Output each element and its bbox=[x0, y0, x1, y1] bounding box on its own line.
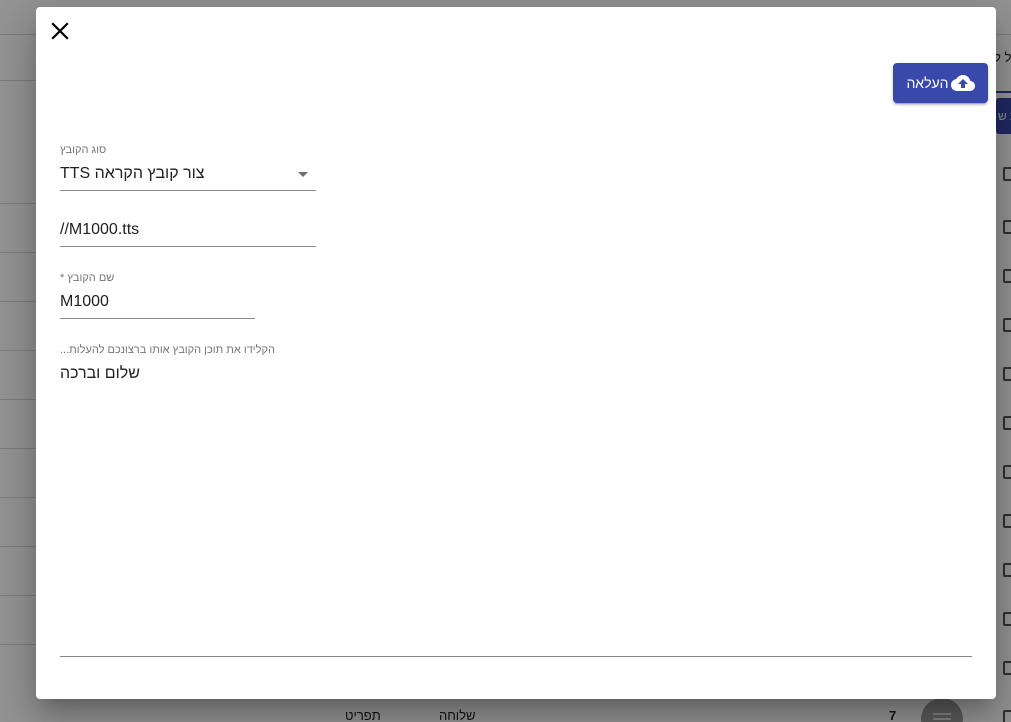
file-path-field[interactable]: //M1000.tts bbox=[60, 213, 316, 247]
file-type-select[interactable]: סוג הקובץ צור קובץ הקראה TTS bbox=[60, 141, 316, 191]
close-icon bbox=[51, 22, 69, 40]
upload-button[interactable]: העלאה bbox=[893, 63, 988, 103]
file-content-value: שלום וברכה bbox=[60, 365, 140, 382]
dropdown-arrow-icon bbox=[298, 172, 308, 177]
file-name-label: שם הקובץ * bbox=[60, 272, 115, 284]
file-type-value: צור קובץ הקראה TTS bbox=[60, 165, 205, 182]
close-button[interactable] bbox=[48, 19, 72, 43]
file-type-underline bbox=[60, 190, 316, 191]
upload-button-label: העלאה bbox=[906, 75, 949, 91]
file-type-label: סוג הקובץ bbox=[60, 144, 107, 156]
file-name-value: M1000 bbox=[60, 293, 109, 310]
file-content-underline bbox=[60, 656, 972, 657]
file-path-underline bbox=[60, 246, 316, 247]
cloud-upload-icon bbox=[950, 71, 975, 95]
file-path-value: //M1000.tts bbox=[60, 221, 140, 238]
file-name-underline bbox=[60, 318, 255, 319]
file-content-textarea[interactable]: הקלידו את תוכן הקובץ אותו ברצונכם להעלות… bbox=[60, 340, 972, 658]
upload-file-dialog: העלאה סוג הקובץ צור קובץ הקראה TTS //M10… bbox=[36, 7, 996, 699]
file-name-input[interactable]: שם הקובץ * M1000 bbox=[60, 269, 255, 319]
file-content-placeholder: הקלידו את תוכן הקובץ אותו ברצונכם להעלות… bbox=[60, 344, 275, 356]
